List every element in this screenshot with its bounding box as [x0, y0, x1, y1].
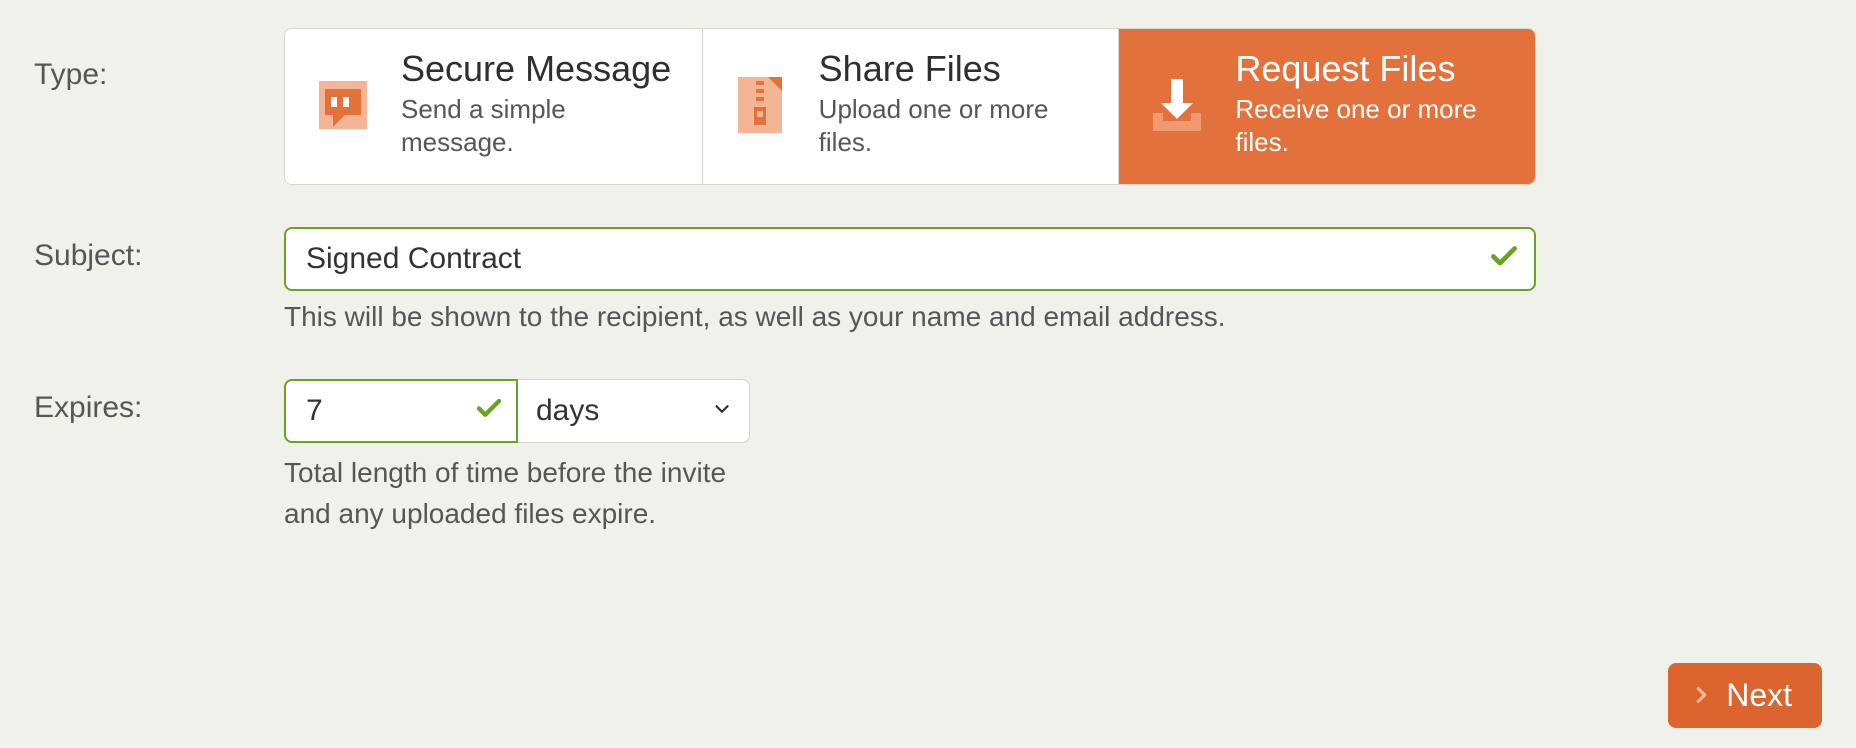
type-option-desc: Receive one or more files. [1235, 93, 1509, 161]
checkmark-icon [474, 394, 504, 429]
type-option-title: Request Files [1235, 49, 1509, 89]
row-subject: Subject: This will be shown to the recip… [34, 227, 1822, 333]
next-button-label: Next [1726, 677, 1792, 714]
label-subject: Subject: [34, 227, 284, 273]
chevron-down-icon [711, 394, 733, 428]
next-button[interactable]: Next [1668, 663, 1822, 728]
type-option-secure-message[interactable]: Secure Message Send a simple message. [285, 29, 702, 184]
checkmark-icon [1488, 241, 1520, 278]
row-expires: Expires: days Total length of time befor… [34, 379, 1822, 534]
type-option-title: Share Files [819, 49, 1093, 89]
type-option-request-files[interactable]: Request Files Receive one or more files. [1118, 29, 1535, 184]
label-expires: Expires: [34, 379, 284, 425]
subject-input[interactable] [284, 227, 1536, 291]
type-option-share-files[interactable]: Share Files Upload one or more files. [702, 29, 1119, 184]
download-tray-icon [1145, 73, 1209, 137]
subject-input-wrap [284, 227, 1536, 291]
field-expires: days Total length of time before the inv… [284, 379, 1822, 534]
expires-unit-select[interactable]: days [518, 379, 750, 443]
type-option-desc: Upload one or more files. [819, 93, 1093, 161]
file-request-form: Type: Secure Message [0, 0, 1856, 534]
type-option-group: Secure Message Send a simple message. [284, 28, 1536, 185]
type-option-desc: Send a simple message. [401, 93, 676, 161]
expires-number-wrap [284, 379, 518, 443]
label-type: Type: [34, 28, 284, 92]
type-option-title: Secure Message [401, 49, 676, 89]
expires-hint: Total length of time before the invite a… [284, 453, 754, 534]
expires-unit-value: days [536, 394, 599, 428]
chevron-right-icon [1690, 677, 1712, 714]
expires-input-group: days [284, 379, 750, 443]
message-icon [311, 73, 375, 137]
field-type: Secure Message Send a simple message. [284, 28, 1822, 185]
row-type: Type: Secure Message [34, 28, 1822, 185]
zip-file-icon [729, 73, 793, 137]
subject-hint: This will be shown to the recipient, as … [284, 301, 1822, 333]
field-subject: This will be shown to the recipient, as … [284, 227, 1822, 333]
